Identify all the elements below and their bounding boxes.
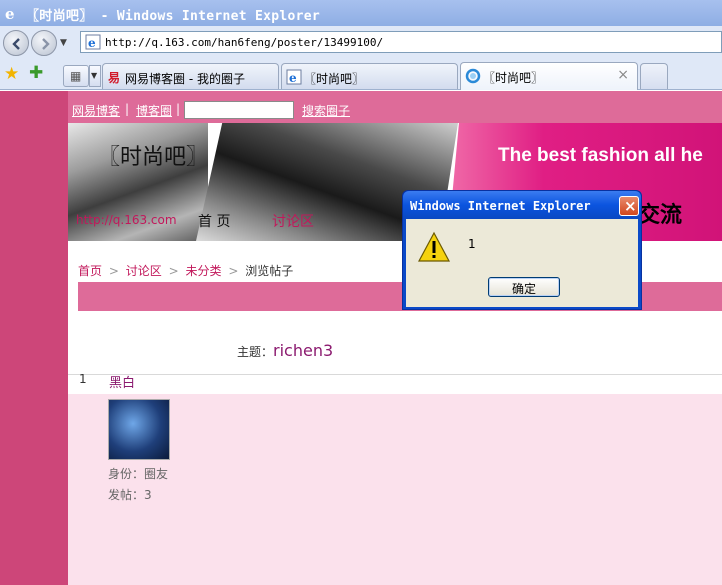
banner-slogan: The best fashion all he — [498, 145, 703, 166]
add-favorites-icon[interactable]: ✚ — [29, 63, 43, 83]
ie-page-icon: e — [85, 34, 101, 50]
avatar[interactable] — [108, 399, 170, 460]
site-topnav: 网易博客 | 博客圈 | 搜索圈子 — [68, 91, 722, 123]
post-author-identity: 身份：圈友 — [108, 467, 169, 481]
site-home-url[interactable]: http://q.163.com — [76, 213, 177, 227]
arrow-left-icon — [12, 38, 20, 50]
warning-icon — [418, 231, 450, 262]
new-tab-button[interactable] — [640, 63, 668, 89]
favorites-star-icon[interactable]: ★ — [4, 64, 19, 84]
breadcrumb: 首页 > 讨论区 > 未分类 > 浏览帖子 — [78, 262, 293, 279]
breadcrumb-current: 浏览帖子 — [245, 264, 294, 278]
chevron-down-icon: ▼ — [91, 71, 98, 80]
left-decor-bar — [0, 91, 68, 585]
dialog-title: Windows Internet Explorer — [410, 199, 591, 213]
search-input[interactable] — [184, 101, 294, 119]
svg-text:e: e — [289, 71, 297, 85]
dialog-body: 1 确定 — [406, 219, 638, 307]
tab-fashion-active[interactable]: 〖时尚吧〗 × — [460, 62, 638, 90]
address-bar[interactable]: e http://q.163.com/han6feng/poster/13499… — [80, 31, 722, 53]
window-title: 〖时尚吧〗 - Windows Internet Explorer — [26, 9, 321, 24]
tab-bar: ★ ✚ ▦ ▼ 易 网易博客圈 - 我的圈子 e 〖时尚吧〗 〖时尚吧〗 × — [0, 60, 722, 90]
url-text[interactable]: http://q.163.com/han6feng/poster/1349910… — [105, 36, 383, 49]
tab-netease-circle[interactable]: 易 网易博客圈 - 我的圈子 — [102, 63, 279, 89]
nav-separator: | — [176, 102, 181, 116]
arrow-right-icon — [42, 38, 50, 50]
back-button[interactable] — [3, 30, 29, 56]
address-toolbar: ▼ e http://q.163.com/han6feng/poster/134… — [0, 26, 722, 60]
ok-button[interactable]: 确定 — [488, 277, 560, 297]
breadcrumb-category[interactable]: 未分类 — [185, 264, 221, 278]
dialog-close-button[interactable]: × — [619, 196, 639, 216]
post-author-count: 发帖：3 — [108, 488, 152, 502]
dialog-message: 1 — [468, 237, 476, 251]
tab-fashion-1[interactable]: e 〖时尚吧〗 — [281, 63, 458, 89]
post-floor-number: 1 — [79, 372, 87, 386]
tab-label: 〖时尚吧〗 — [304, 72, 365, 86]
svg-text:e: e — [5, 5, 15, 21]
ie-page-icon: e — [286, 69, 302, 85]
site-name: 〖时尚吧〗 — [98, 145, 209, 170]
breadcrumb-forum[interactable]: 讨论区 — [126, 264, 162, 278]
ok-button-label: 确定 — [511, 282, 536, 296]
breadcrumb-sep: > — [168, 264, 179, 278]
link-search-circles[interactable]: 搜索圈子 — [302, 102, 350, 119]
divider — [68, 374, 722, 375]
nav-separator: | — [125, 102, 130, 116]
svg-text:e: e — [88, 36, 96, 50]
tab-list-button[interactable]: ▼ — [89, 65, 101, 87]
post-title[interactable]: 黑白 — [109, 372, 135, 391]
nav-home-link[interactable]: 首 页 — [198, 211, 230, 231]
alert-dialog: Windows Internet Explorer × 1 确定 — [402, 190, 642, 310]
breadcrumb-home[interactable]: 首页 — [78, 264, 102, 278]
web-content: 网易博客 | 博客圈 | 搜索圈子 The best fashion all h… — [0, 91, 722, 585]
thread-subject: 主题：richen3 — [237, 341, 333, 360]
tab-label: 〖时尚吧〗 — [483, 71, 544, 85]
banner-tagline: 交流 — [638, 203, 683, 228]
close-icon: × — [624, 197, 637, 215]
subject-label: 主题： — [237, 345, 274, 359]
dialog-titlebar: Windows Internet Explorer × — [403, 191, 641, 219]
link-netease-blog[interactable]: 网易博客 — [72, 102, 120, 119]
quick-tabs-button[interactable]: ▦ — [63, 65, 89, 87]
subject-value: richen3 — [273, 341, 334, 360]
grid-icon: ▦ — [70, 69, 82, 83]
svg-text:易: 易 — [108, 71, 120, 85]
breadcrumb-sep: > — [108, 264, 119, 278]
nav-forum-link[interactable]: 讨论区 — [272, 211, 314, 231]
breadcrumb-sep: > — [228, 264, 239, 278]
tab-label: 网易博客圈 - 我的圈子 — [125, 72, 245, 86]
history-dropdown-icon[interactable]: ▼ — [60, 38, 67, 48]
ie-icon: e — [5, 5, 15, 21]
netease-icon: 易 — [108, 71, 120, 85]
link-blog-circle[interactable]: 博客圈 — [136, 102, 172, 119]
loading-icon — [465, 68, 481, 84]
close-tab-icon[interactable]: × — [617, 67, 629, 83]
forward-button[interactable] — [31, 30, 57, 56]
window-titlebar: e 〖时尚吧〗 - Windows Internet Explorer — [0, 0, 722, 26]
